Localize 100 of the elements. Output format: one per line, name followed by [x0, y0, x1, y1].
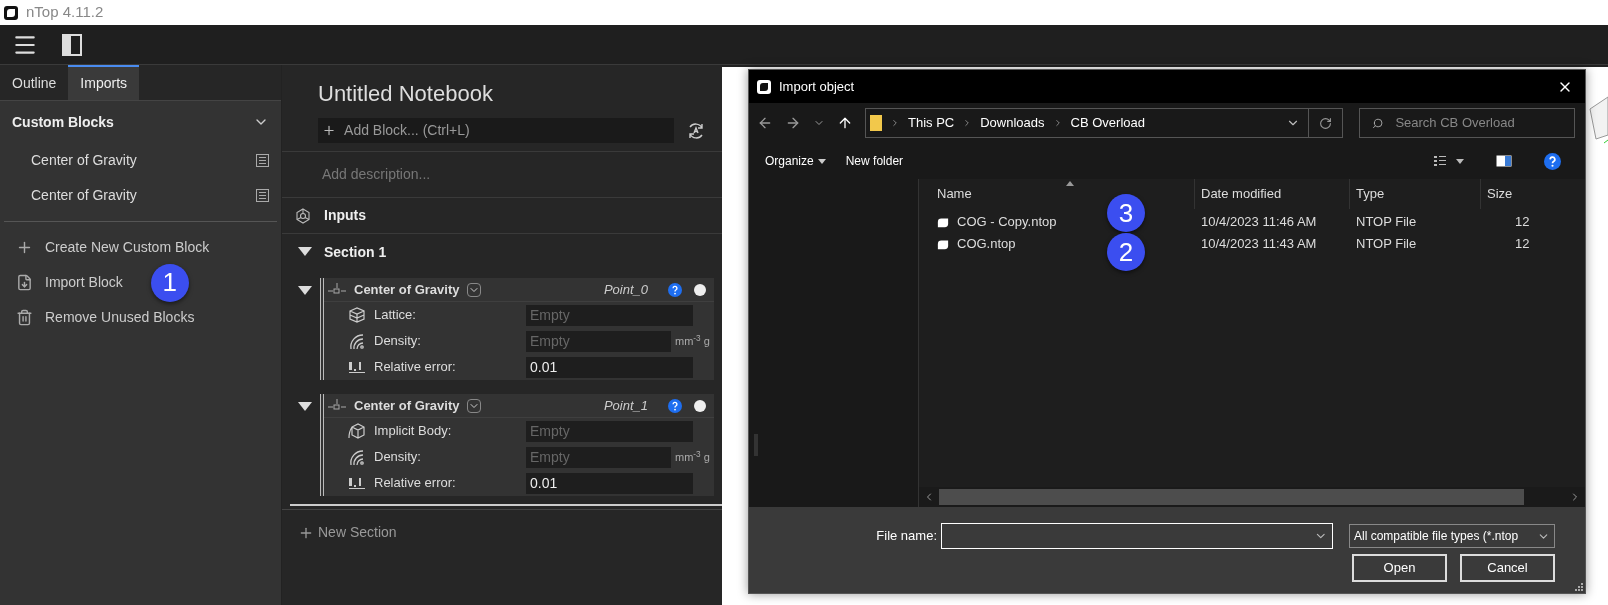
help-icon[interactable]	[1544, 152, 1561, 170]
file-type-dropdown[interactable]: All compatible file types (*.ntop	[1349, 524, 1555, 548]
unit-label: mm$^{-3}$ g	[675, 332, 710, 349]
file-import-icon	[16, 274, 33, 291]
search-field[interactable]: Search CB Overload	[1359, 108, 1575, 138]
inputs-icon	[294, 206, 312, 225]
parameter-field[interactable]: Empty	[526, 304, 693, 326]
parameter-label: Density:	[374, 448, 422, 467]
parameter-field[interactable]: 0.01	[526, 356, 693, 378]
description-field[interactable]: Add description...	[322, 164, 682, 185]
breadcrumb-item[interactable]: Downloads	[980, 113, 1045, 133]
variable-name: Point_1	[603, 396, 648, 415]
organize-button[interactable]: Organize	[765, 152, 826, 170]
point-icon	[328, 282, 346, 297]
panel-toggle-icon[interactable]	[62, 33, 82, 56]
address-bar[interactable]: This PC Downloads CB Overload	[865, 108, 1343, 138]
parameter-field[interactable]: 0.01	[526, 472, 693, 494]
section-title: Section 1	[324, 242, 387, 262]
resize-grip-icon[interactable]	[1575, 583, 1583, 591]
breadcrumb-separator-icon	[890, 118, 900, 128]
point-icon	[328, 398, 346, 413]
parameter-field[interactable]: Empty	[526, 330, 671, 352]
signal-arcs-icon	[348, 448, 366, 466]
dropdown-icon[interactable]	[467, 282, 482, 297]
block-title: Center of Gravity	[354, 280, 460, 299]
file-date: 10/4/2023 11:43 AM	[1200, 235, 1318, 254]
help-icon[interactable]	[668, 282, 682, 297]
file-size: 12	[1514, 213, 1530, 232]
dialog-button[interactable]: Open	[1352, 554, 1447, 582]
file-name[interactable]: COG - Copy.ntop	[957, 212, 1057, 232]
search-input[interactable]: Search CB Overload	[1395, 113, 1562, 133]
new-folder-button[interactable]: New folder	[845, 152, 904, 170]
sidebar-action[interactable]: Remove Unused Blocks	[16, 307, 195, 328]
inputs-label: Inputs	[324, 206, 366, 225]
parameter-field[interactable]: Empty	[526, 446, 671, 468]
cube-icon	[348, 306, 366, 324]
parameter-field[interactable]: Empty	[526, 420, 693, 442]
custom-block-item[interactable]: Center of Gravity	[0, 178, 281, 213]
add-block-input[interactable]: Add Block... (Ctrl+L)	[344, 120, 670, 141]
trash-icon	[16, 309, 33, 326]
breadcrumb-item[interactable]: CB Overload	[1070, 113, 1145, 133]
decimal-icon	[348, 360, 366, 374]
file-logo-icon	[937, 238, 949, 250]
refresh-icon[interactable]	[1319, 116, 1332, 130]
parameter-label: Relative error:	[374, 474, 457, 493]
scrollbar-thumb[interactable]	[939, 489, 1524, 505]
column-header[interactable]: Date modified	[1195, 179, 1350, 209]
sidebar-tab[interactable]: Outline	[0, 65, 69, 100]
file-date: 10/4/2023 11:46 AM	[1200, 213, 1318, 232]
signal-arcs-icon	[348, 332, 366, 350]
breadcrumb-item[interactable]: This PC	[908, 113, 955, 133]
custom-block-item[interactable]: Center of Gravity	[0, 143, 281, 178]
window-title: nTop 4.11.2	[26, 2, 104, 23]
section-heading: Custom Blocks	[12, 112, 114, 132]
sidebar-action[interactable]: Create New Custom Block	[16, 237, 210, 258]
triangle-icon[interactable]	[298, 247, 312, 257]
search-icon	[1372, 116, 1384, 130]
dialog-button[interactable]: Cancel	[1460, 554, 1555, 582]
sidebar-action[interactable]: Import Block	[16, 272, 123, 293]
file-logo-icon	[937, 216, 949, 228]
file-name[interactable]: COG.ntop	[957, 234, 1016, 254]
refresh-icon[interactable]	[686, 120, 706, 141]
app-logo-icon	[757, 79, 771, 94]
add-block-field[interactable]: Add Block... (Ctrl+L)	[318, 118, 674, 143]
step-number-badge: 2	[1107, 233, 1145, 271]
triangle-icon[interactable]	[298, 286, 312, 296]
file-name-field[interactable]	[941, 523, 1333, 549]
file-type: NTOP File	[1355, 235, 1418, 254]
help-icon[interactable]	[668, 398, 682, 413]
notebook-title: Untitled Notebook	[318, 80, 494, 108]
column-header[interactable]: Size	[1481, 179, 1513, 209]
up-arrow-icon[interactable]	[837, 115, 853, 131]
column-header[interactable]: Type	[1350, 179, 1481, 209]
cube-icon	[348, 422, 366, 440]
block-title: Center of Gravity	[354, 396, 460, 415]
view-options-icon[interactable]	[1434, 156, 1464, 166]
caret-icon	[817, 158, 826, 164]
parameter-label: Relative error:	[374, 358, 457, 377]
new-section-button[interactable]: New Section	[298, 522, 397, 543]
file-size: 12	[1514, 235, 1530, 254]
plus-icon	[16, 239, 33, 256]
file-name-label: File name:	[876, 527, 937, 546]
plus-icon	[322, 123, 337, 138]
variable-name: Point_0	[603, 280, 648, 299]
dialog-title: Import object	[779, 77, 855, 96]
sidebar-tab[interactable]: Imports	[68, 65, 140, 100]
parameter-label: Lattice:	[374, 306, 417, 325]
preview-pane-icon[interactable]	[1496, 155, 1512, 167]
step-number-badge: 1	[150, 263, 189, 302]
dropdown-icon[interactable]	[467, 398, 482, 413]
document-icon	[256, 189, 269, 202]
unit-label: mm$^{-3}$ g	[675, 448, 710, 465]
parameter-label: Density:	[374, 332, 422, 351]
folder-icon	[870, 115, 882, 131]
triangle-icon[interactable]	[298, 402, 312, 412]
decimal-icon	[348, 476, 366, 490]
sort-caret-icon[interactable]	[1066, 181, 1074, 186]
app-logo-icon	[4, 5, 18, 20]
file-type: NTOP File	[1355, 213, 1418, 232]
step-number-badge: 3	[1107, 194, 1145, 232]
